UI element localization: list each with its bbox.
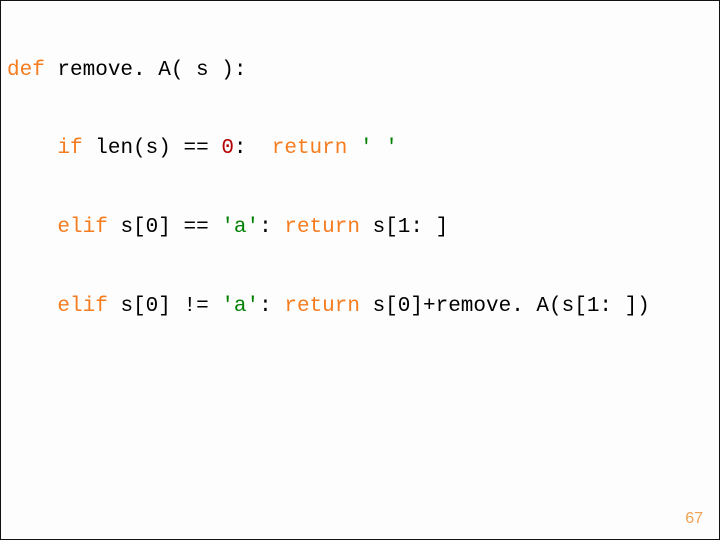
- s-slice-1: s[1: ]: [373, 216, 449, 239]
- a-string-2: 'a': [221, 295, 259, 318]
- recursive-expr: s[0]+remove. A(s[1: ]): [373, 295, 650, 318]
- a-string-1: 'a': [221, 216, 259, 239]
- eqeq-1: ==: [183, 137, 208, 160]
- s-index-0-a: s[0]: [120, 216, 170, 239]
- code-line-1: def remove. A( s ):: [7, 58, 713, 84]
- page-number: 67: [685, 509, 703, 529]
- code-line-4: elif s[0] != 'a': return s[0]+remove. A(…: [7, 294, 713, 320]
- kw-return-1: return: [272, 137, 348, 160]
- len-call: len(s): [95, 137, 171, 160]
- eqeq-2: ==: [183, 216, 208, 239]
- neq: !=: [183, 295, 208, 318]
- code-line-2: if len(s) == 0: return ' ': [7, 136, 713, 162]
- kw-elif-2: elif: [57, 295, 107, 318]
- colon-2: :: [259, 216, 272, 239]
- colon-3: :: [259, 295, 272, 318]
- code-block: def remove. A( s ): if len(s) == 0: retu…: [7, 5, 713, 373]
- kw-return-3: return: [284, 295, 360, 318]
- params: ( s ):: [171, 59, 247, 82]
- kw-def: def: [7, 59, 45, 82]
- kw-return-2: return: [284, 216, 360, 239]
- zero-literal: 0: [221, 137, 234, 160]
- s-index-0-b: s[0]: [120, 295, 170, 318]
- fn-name: remove. A: [57, 59, 170, 82]
- slide-frame: def remove. A( s ): if len(s) == 0: retu…: [0, 0, 720, 540]
- colon-1: :: [234, 137, 247, 160]
- empty-string-literal: ' ': [360, 137, 398, 160]
- kw-elif-1: elif: [57, 216, 107, 239]
- code-line-3: elif s[0] == 'a': return s[1: ]: [7, 215, 713, 241]
- kw-if: if: [57, 137, 82, 160]
